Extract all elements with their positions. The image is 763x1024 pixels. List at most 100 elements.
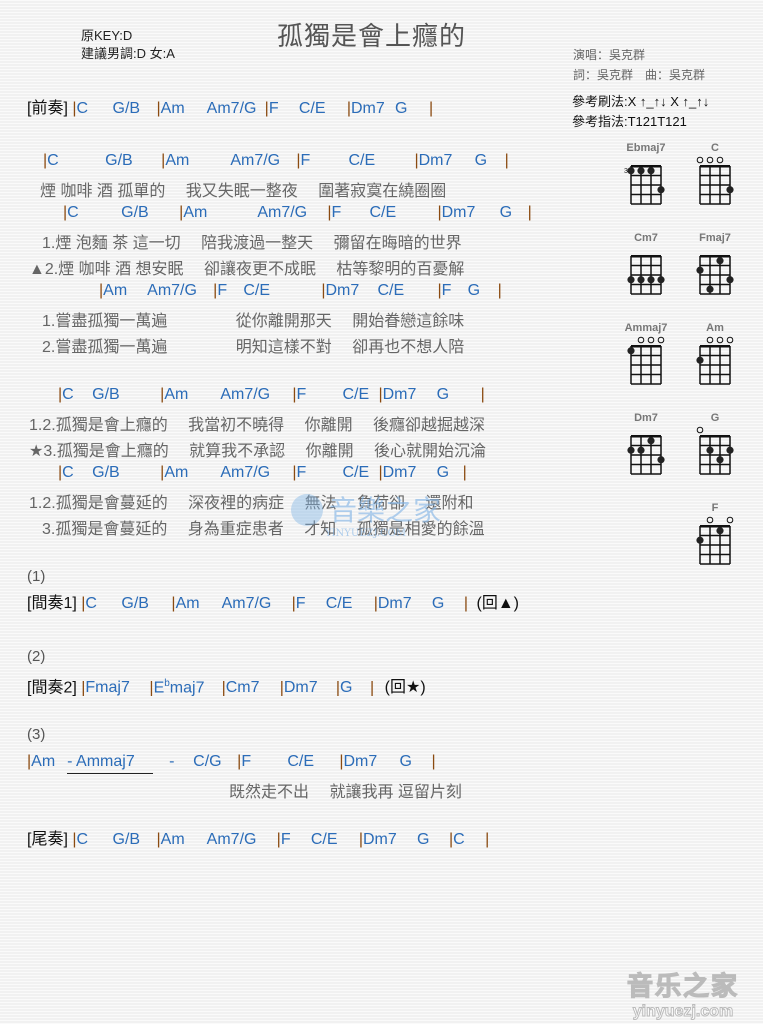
chord: Am xyxy=(160,100,185,117)
chord: C/E xyxy=(325,595,353,612)
chord: F xyxy=(280,831,291,848)
verse-lyric-2b: ▲2.煙 咖啡 酒 想安眠 卻讓夜更不成眠 枯等黎明的百憂解 xyxy=(29,261,465,278)
watermark-corner-url: yinyuezj.com xyxy=(632,1003,734,1021)
finger-dot xyxy=(726,276,734,284)
finger-dot xyxy=(647,276,655,284)
return-marker: (回★) xyxy=(384,679,426,697)
chord: G/B xyxy=(92,386,120,403)
chord: Am7/G xyxy=(221,595,272,612)
finger-dot xyxy=(716,527,724,535)
watermark-text: 音樂之家 xyxy=(329,494,441,527)
chord: C/E xyxy=(243,282,270,299)
finger-dot xyxy=(647,167,655,175)
chord-diagram-name: Ammaj7 xyxy=(624,322,668,334)
chord: Dm7 xyxy=(377,595,412,612)
fretboard-grid: 3 xyxy=(624,165,665,205)
nut xyxy=(631,345,661,348)
watermark-corner: 音乐之家 yinyuezj.com xyxy=(616,966,750,1021)
lyricist-composer-credit: 詞：吳克群 曲：吳克群 xyxy=(573,68,706,82)
song-title: 孤獨是會上癮的 xyxy=(277,21,467,51)
chord: F xyxy=(268,100,279,117)
nut xyxy=(700,255,730,258)
outro-label: [尾奏] xyxy=(27,831,68,848)
chord: F xyxy=(217,282,228,299)
chord: C xyxy=(85,595,97,612)
chord: - Ammaj7 xyxy=(67,752,154,774)
section-marker-2: (2) xyxy=(27,648,46,665)
chord: G xyxy=(467,282,481,299)
nut xyxy=(700,435,730,438)
finger-dot xyxy=(726,186,734,194)
fret-number-label: 3 xyxy=(624,168,628,175)
open-string-marker xyxy=(716,336,724,344)
chord: G xyxy=(340,679,353,697)
interlude-2-row: [間奏2] |Fmaj7 |Ebmaj7 |Cm7 |Dm7 |G | (回★) xyxy=(27,674,426,698)
finger-pattern: 參考指法:T121T121 xyxy=(572,114,687,129)
chord: Dm7 xyxy=(382,386,417,403)
open-string-marker xyxy=(706,156,714,164)
chord: G xyxy=(416,831,430,848)
chord: C xyxy=(453,831,465,848)
chord: Am xyxy=(164,464,189,481)
chord-diagram-name: Ebmaj7 xyxy=(626,142,666,154)
original-key: 原KEY:D xyxy=(81,28,133,43)
chord: C/E xyxy=(348,152,376,169)
open-string-marker xyxy=(706,336,714,344)
bar-line: | xyxy=(428,100,434,117)
finger-dot xyxy=(637,276,645,284)
chorus-lyric-1b: ★3.孤獨是會上癮的 就算我不承認 你離開 後心就開始沉淪 xyxy=(29,443,487,460)
chord: Dm7 xyxy=(343,753,378,770)
nut xyxy=(631,255,661,258)
strum-pattern: 參考刷法:X ↑_↑↓ X ↑_↑↓ xyxy=(572,94,710,109)
chord: G/B xyxy=(112,100,141,117)
finger-dot xyxy=(726,446,734,454)
chord: G xyxy=(399,753,412,770)
chord: G/B xyxy=(105,152,133,169)
open-string-marker xyxy=(726,516,734,524)
singer-credit: 演唱：吳克群 xyxy=(573,48,646,62)
section-3-chord-row: |Am - Ammaj7- C/G |F C/E |Dm7 G | xyxy=(27,752,436,774)
chord: G/B xyxy=(92,464,120,481)
open-string-marker xyxy=(726,336,734,344)
chord: Dm7 xyxy=(441,204,476,221)
chord: F xyxy=(296,386,307,403)
chord: G xyxy=(394,100,408,117)
finger-dot xyxy=(696,356,704,364)
finger-dot xyxy=(657,186,665,194)
outro-row: [尾奏] |C G/B |Am Am7/G |F C/E |Dm7 G |C | xyxy=(27,831,490,848)
chord-diagram-name: Fmaj7 xyxy=(699,232,731,244)
verse-chord-row-1: |C G/B |Am Am7/G |F C/E |Dm7 G | xyxy=(43,152,509,169)
chord: G/B xyxy=(121,595,149,612)
open-string-marker xyxy=(696,426,704,434)
nut xyxy=(631,435,661,438)
chord: F xyxy=(295,595,306,612)
chord: Dm7 xyxy=(418,152,453,169)
watermark-corner-text: 音乐之家 xyxy=(626,970,739,1001)
fretboard-grid xyxy=(627,336,665,385)
fretboard-grid xyxy=(627,255,665,295)
return-marker: (回▲) xyxy=(476,595,519,612)
chord: Am7/G xyxy=(220,464,271,481)
verse-chord-row-3: |Am Am7/G |F C/E |Dm7 C/E |F G | xyxy=(99,282,502,299)
chord: Am7/G xyxy=(206,100,257,117)
suggested-key: 建議男調:D 女:A xyxy=(81,46,175,61)
chord: C xyxy=(47,152,59,169)
open-string-marker xyxy=(647,336,655,344)
chord: C xyxy=(76,100,89,117)
finger-dot xyxy=(657,456,665,464)
open-string-marker xyxy=(716,156,724,164)
chord: C xyxy=(62,386,74,403)
fretboard-grid xyxy=(627,435,665,475)
chord: C xyxy=(67,204,79,221)
chord: Am7/G xyxy=(206,831,257,848)
chord: C/E xyxy=(287,753,314,770)
open-string-marker xyxy=(696,156,704,164)
finger-dot xyxy=(706,285,714,293)
chord: Am xyxy=(175,595,200,612)
finger-dot xyxy=(627,276,635,284)
chord: F xyxy=(241,753,252,770)
chord: Dm7 xyxy=(350,100,385,117)
chord: Am7/G xyxy=(220,386,271,403)
chord: Am xyxy=(183,204,208,221)
fretboard-grid xyxy=(696,156,734,205)
